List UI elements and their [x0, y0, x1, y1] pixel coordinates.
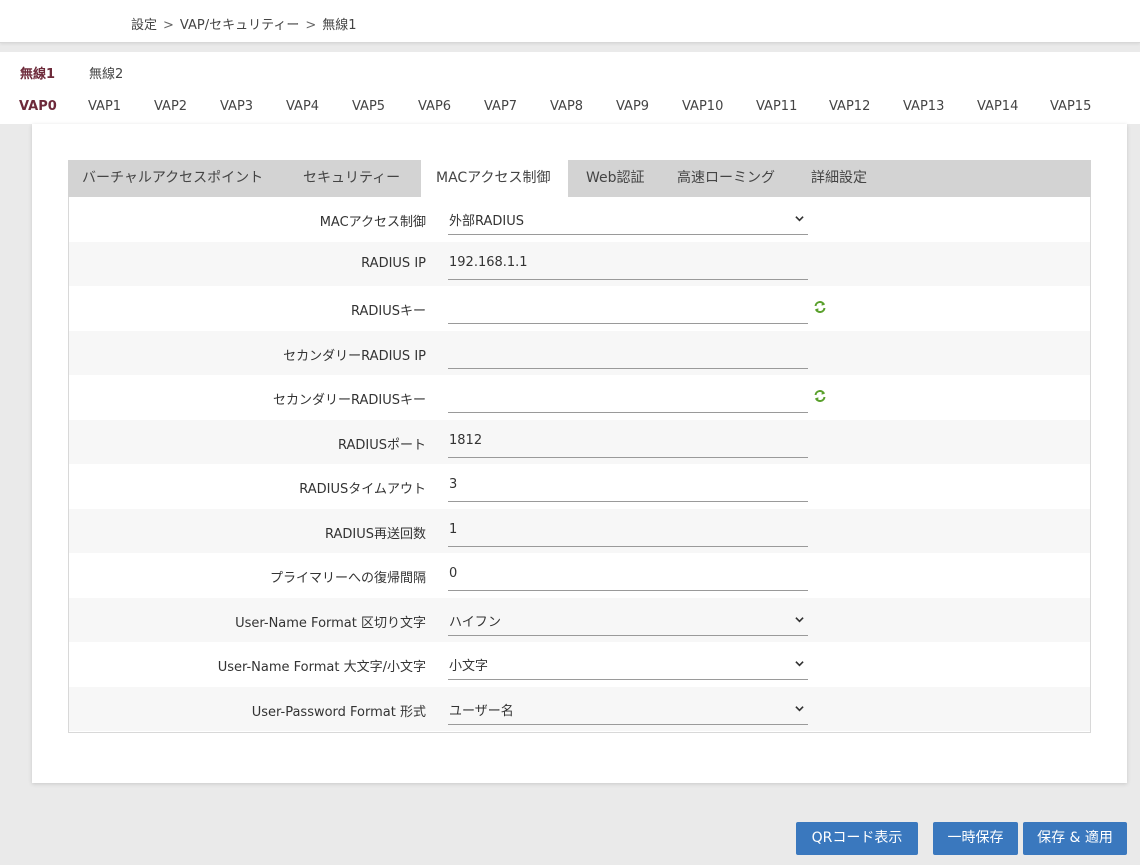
chevron-down-icon [795, 216, 804, 222]
username-delimiter-value: ハイフン [449, 614, 502, 630]
primary-return-input[interactable]: 0 [448, 561, 808, 591]
mac-access-value: 外部RADIUS [449, 214, 525, 229]
tab-vap11[interactable]: VAP11 [756, 99, 797, 114]
row-radius-key: RADIUSキー [69, 286, 1090, 331]
breadcrumb-separator: > [163, 18, 174, 33]
row-username-delimiter: User-Name Format 区切り文字 ハイフン [69, 597, 1090, 642]
tab-vap4[interactable]: VAP4 [286, 99, 319, 114]
radius-ip-value: 192.168.1.1 [449, 254, 528, 270]
tab-web-auth[interactable]: Web認証 [586, 160, 645, 197]
tab-security[interactable]: セキュリティー [303, 160, 400, 197]
secondary-ip-input[interactable] [448, 339, 808, 369]
tab-vap0[interactable]: VAP0 [19, 99, 57, 114]
tab-vap5[interactable]: VAP5 [352, 99, 385, 114]
tab-radio1[interactable]: 無線1 [20, 63, 55, 82]
radius-port-label: RADIUSポート [337, 437, 426, 453]
username-delimiter-label: User-Name Format 区切り文字 [235, 615, 426, 631]
temp-save-button[interactable]: 一時保存 [933, 822, 1018, 855]
row-secondary-ip: セカンダリーRADIUS IP [69, 330, 1090, 375]
radius-timeout-value: 3 [449, 477, 458, 492]
chevron-down-icon [795, 616, 804, 622]
chevron-down-icon [795, 661, 804, 667]
tab-advanced-settings[interactable]: 詳細設定 [811, 160, 867, 197]
row-password-format: User-Password Format 形式 ユーザー名 [69, 686, 1090, 731]
secondary-key-label: セカンダリーRADIUSキー [272, 393, 426, 408]
refresh-icon[interactable] [813, 389, 827, 403]
tab-vap8[interactable]: VAP8 [550, 99, 583, 114]
settings-card: バーチャルアクセスポイント セキュリティー MACアクセス制御 Web認証 高速… [32, 124, 1127, 783]
username-delimiter-select[interactable]: ハイフン [448, 606, 808, 636]
row-radius-ip: RADIUS IP 192.168.1.1 [69, 241, 1090, 286]
tab-vap6[interactable]: VAP6 [418, 99, 451, 114]
breadcrumb-item-settings[interactable]: 設定 [131, 14, 157, 33]
top-bar: 設定 > VAP/セキュリティー > 無線1 [0, 0, 1140, 43]
tab-fast-roaming[interactable]: 高速ローミング [677, 160, 775, 197]
radius-key-input[interactable] [448, 294, 808, 324]
row-mac-access: MACアクセス制御 外部RADIUS [69, 197, 1090, 242]
breadcrumb-separator: > [305, 18, 317, 33]
tab-vap15[interactable]: VAP15 [1050, 99, 1091, 114]
row-secondary-key: セカンダリーRADIUSキー [69, 375, 1090, 420]
row-radius-retry: RADIUS再送回数 1 [69, 508, 1090, 553]
radius-port-input[interactable]: 1812 [448, 428, 808, 458]
radius-retry-label: RADIUS再送回数 [324, 526, 426, 542]
tab-radio2[interactable]: 無線2 [89, 63, 123, 82]
username-case-value: 小文字 [449, 659, 489, 674]
sub-tabs: バーチャルアクセスポイント セキュリティー MACアクセス制御 Web認証 高速… [68, 160, 1091, 197]
tab-mac-access-control[interactable]: MACアクセス制御 [421, 160, 568, 197]
tab-vap1[interactable]: VAP1 [88, 99, 121, 114]
vap-tabs: VAP0 VAP1 VAP2 VAP3 VAP4 VAP5 VAP6 VAP7 … [0, 88, 1140, 124]
tab-vap2[interactable]: VAP2 [154, 99, 187, 114]
radio-tabs: 無線1 無線2 [0, 52, 1140, 88]
mac-access-select[interactable]: 外部RADIUS [448, 205, 808, 235]
breadcrumb-item-radio1: 無線1 [322, 18, 357, 33]
password-format-select[interactable]: ユーザー名 [448, 695, 808, 725]
secondary-ip-label: セカンダリーRADIUS IP [283, 348, 426, 364]
tab-vap13[interactable]: VAP13 [903, 99, 944, 114]
refresh-icon[interactable] [813, 300, 827, 314]
tab-vap10[interactable]: VAP10 [682, 99, 723, 114]
radius-ip-label: RADIUS IP [361, 255, 426, 271]
row-radius-timeout: RADIUSタイムアウト 3 [69, 464, 1090, 509]
secondary-key-input[interactable] [448, 383, 808, 413]
breadcrumb-item-vap-security[interactable]: VAP/セキュリティー [180, 14, 299, 33]
mac-access-label: MACアクセス制御 [319, 215, 426, 230]
tab-vap14[interactable]: VAP14 [977, 99, 1018, 114]
tab-vap9[interactable]: VAP9 [616, 99, 649, 114]
qr-code-button[interactable]: QRコード表示 [796, 822, 918, 855]
username-case-select[interactable]: 小文字 [448, 650, 808, 680]
radius-port-value: 1812 [449, 432, 483, 448]
primary-return-label: プライマリーへの復帰間隔 [269, 571, 426, 586]
tab-vap3[interactable]: VAP3 [220, 99, 253, 114]
radius-timeout-label: RADIUSタイムアウト [299, 482, 426, 497]
radius-retry-value: 1 [449, 521, 458, 537]
username-case-label: User-Name Format 大文字/小文字 [217, 660, 426, 675]
row-primary-return: プライマリーへの復帰間隔 0 [69, 553, 1090, 598]
tab-virtual-access-point[interactable]: バーチャルアクセスポイント [82, 160, 263, 197]
primary-return-value: 0 [449, 566, 458, 581]
tab-vap12[interactable]: VAP12 [829, 99, 870, 114]
password-format-label: User-Password Format 形式 [251, 704, 426, 720]
breadcrumb: 設定 > VAP/セキュリティー > 無線1 [131, 14, 357, 33]
radius-key-label: RADIUSキー [350, 304, 426, 319]
radius-retry-input[interactable]: 1 [448, 517, 808, 547]
radius-ip-input[interactable]: 192.168.1.1 [448, 250, 808, 280]
tab-vap7[interactable]: VAP7 [484, 99, 517, 114]
radius-timeout-input[interactable]: 3 [448, 472, 808, 502]
password-format-value: ユーザー名 [449, 703, 514, 719]
row-username-case: User-Name Format 大文字/小文字 小文字 [69, 642, 1090, 687]
row-radius-port: RADIUSポート 1812 [69, 419, 1090, 464]
save-apply-button[interactable]: 保存 & 適用 [1023, 822, 1127, 855]
mac-access-form: MACアクセス制御 外部RADIUS RADIUS IP 192.168.1.1… [68, 197, 1091, 733]
chevron-down-icon [795, 705, 804, 711]
